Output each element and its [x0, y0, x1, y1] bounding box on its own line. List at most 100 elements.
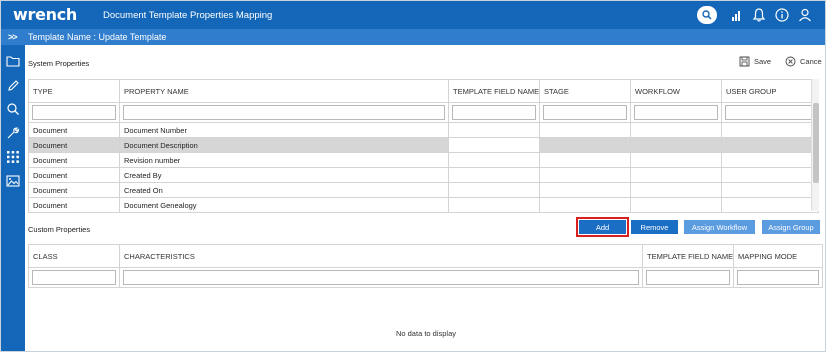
- add-button-highlight: [576, 217, 629, 237]
- table-header-row: TYPE PROPERTY NAME TEMPLATE FIELD NAME S…: [28, 79, 819, 103]
- table-row[interactable]: Document Document Number: [28, 122, 819, 138]
- wrench-icon[interactable]: [5, 125, 21, 141]
- cell-stage[interactable]: [539, 197, 631, 213]
- global-search-button[interactable]: [697, 6, 717, 24]
- column-header-template-field-name[interactable]: TEMPLATE FIELD NAME: [642, 244, 734, 268]
- property-name-filter-input[interactable]: [123, 105, 445, 120]
- column-header-user-group[interactable]: USER GROUP: [721, 79, 819, 103]
- save-label: Save: [754, 56, 772, 66]
- close-icon: [785, 56, 796, 66]
- filter-row: [28, 267, 823, 288]
- vertical-scrollbar[interactable]: [811, 79, 819, 211]
- cell-workflow[interactable]: [630, 197, 722, 213]
- column-header-property-name[interactable]: PROPERTY NAME: [119, 79, 449, 103]
- cell-stage[interactable]: [539, 122, 631, 138]
- table-row[interactable]: Document Created On: [28, 182, 819, 198]
- template-name: Template Name : Update Template: [28, 32, 167, 42]
- custom-properties-title: Custom Properties: [28, 225, 91, 234]
- workflow-filter-input[interactable]: [634, 105, 718, 120]
- cell-template-field-name[interactable]: [448, 167, 540, 183]
- cell-user-group[interactable]: [721, 122, 819, 138]
- class-filter-input[interactable]: [32, 270, 116, 285]
- type-filter-input[interactable]: [32, 105, 116, 120]
- image-icon[interactable]: [5, 173, 21, 189]
- cell-stage[interactable]: [539, 182, 631, 198]
- table-row[interactable]: Document Revision number: [28, 152, 819, 168]
- info-icon[interactable]: [774, 7, 790, 23]
- save-icon: [739, 56, 750, 66]
- cell-property-name: Revision number: [119, 152, 449, 168]
- cell-property-name: Created By: [119, 167, 449, 183]
- cell-workflow[interactable]: [630, 122, 722, 138]
- expand-sidebar-icon[interactable]: >>: [8, 32, 17, 42]
- cell-workflow[interactable]: [630, 167, 722, 183]
- cell-type: Document: [28, 197, 120, 213]
- cell-workflow[interactable]: [630, 152, 722, 168]
- cell-stage[interactable]: [539, 167, 631, 183]
- user-group-filter-input[interactable]: [725, 105, 815, 120]
- cell-user-group[interactable]: [721, 152, 819, 168]
- table-row[interactable]: Document Document Genealogy: [28, 197, 819, 213]
- pencil-icon[interactable]: [5, 78, 21, 94]
- cell-user-group[interactable]: [721, 197, 819, 213]
- main-content: System Properties Save Cance TYPE PROPER…: [25, 45, 825, 351]
- cell-template-field-name-editor[interactable]: [448, 137, 540, 153]
- system-properties-title: System Properties: [28, 59, 90, 68]
- column-header-characteristics[interactable]: CHARACTERISTICS: [119, 244, 643, 268]
- remove-button[interactable]: Remove: [631, 220, 678, 234]
- characteristics-filter-input[interactable]: [123, 270, 639, 285]
- save-button[interactable]: Save: [739, 54, 771, 68]
- table-row-selected[interactable]: Document Document Description: [28, 137, 819, 153]
- cell-user-group[interactable]: [721, 167, 819, 183]
- template-field-name-filter-input[interactable]: [646, 270, 730, 285]
- left-nav-rail: [1, 45, 25, 351]
- template-header: >> Template Name : Update Template: [1, 29, 825, 45]
- cell-user-group[interactable]: [721, 182, 819, 198]
- cell-stage[interactable]: [539, 137, 631, 153]
- scrollbar-thumb[interactable]: [813, 103, 819, 183]
- filter-row: [28, 102, 819, 123]
- column-header-template-field-name[interactable]: TEMPLATE FIELD NAME: [448, 79, 540, 103]
- table-row[interactable]: Document Created By: [28, 167, 819, 183]
- cell-property-name: Created On: [119, 182, 449, 198]
- column-header-workflow[interactable]: WORKFLOW: [630, 79, 722, 103]
- cell-template-field-name[interactable]: [448, 182, 540, 198]
- template-field-name-filter-input[interactable]: [452, 105, 536, 120]
- folder-icon[interactable]: [5, 53, 21, 69]
- cancel-button[interactable]: Cance: [785, 54, 822, 68]
- logo: wrench: [13, 5, 77, 24]
- cell-type: Document: [28, 167, 120, 183]
- cell-template-field-name[interactable]: [448, 197, 540, 213]
- cell-type: Document: [28, 152, 120, 168]
- cell-workflow[interactable]: [630, 182, 722, 198]
- cell-template-field-name[interactable]: [448, 122, 540, 138]
- page-title: Document Template Properties Mapping: [103, 10, 273, 21]
- system-properties-table: TYPE PROPERTY NAME TEMPLATE FIELD NAME S…: [28, 79, 819, 213]
- bell-icon[interactable]: [751, 7, 767, 23]
- user-icon[interactable]: [797, 7, 813, 23]
- signal-icon[interactable]: [729, 7, 745, 23]
- cell-type: Document: [28, 182, 120, 198]
- column-header-type[interactable]: TYPE: [28, 79, 120, 103]
- search-icon[interactable]: [5, 101, 21, 117]
- app-window: wrench Document Template Properties Mapp…: [0, 0, 826, 352]
- column-header-mapping-mode[interactable]: MAPPING MODE: [733, 244, 823, 268]
- cell-stage[interactable]: [539, 152, 631, 168]
- grid-icon[interactable]: [5, 149, 21, 165]
- empty-state-message: No data to display: [395, 329, 457, 338]
- column-header-class[interactable]: CLASS: [28, 244, 120, 268]
- top-bar: wrench Document Template Properties Mapp…: [1, 1, 825, 29]
- cell-type: Document: [28, 137, 120, 153]
- table-header-row: CLASS CHARACTERISTICS TEMPLATE FIELD NAM…: [28, 244, 823, 268]
- column-header-stage[interactable]: STAGE: [539, 79, 631, 103]
- assign-workflow-button[interactable]: Assign Workflow: [684, 220, 755, 234]
- cell-property-name: Document Genealogy: [119, 197, 449, 213]
- assign-group-button[interactable]: Assign Group: [762, 220, 820, 234]
- cell-workflow[interactable]: [630, 137, 722, 153]
- mapping-mode-filter-input[interactable]: [737, 270, 819, 285]
- stage-filter-input[interactable]: [543, 105, 627, 120]
- cell-template-field-name[interactable]: [448, 152, 540, 168]
- cell-property-name: Document Number: [119, 122, 449, 138]
- cell-user-group[interactable]: [721, 137, 819, 153]
- cancel-label: Cance: [800, 56, 822, 66]
